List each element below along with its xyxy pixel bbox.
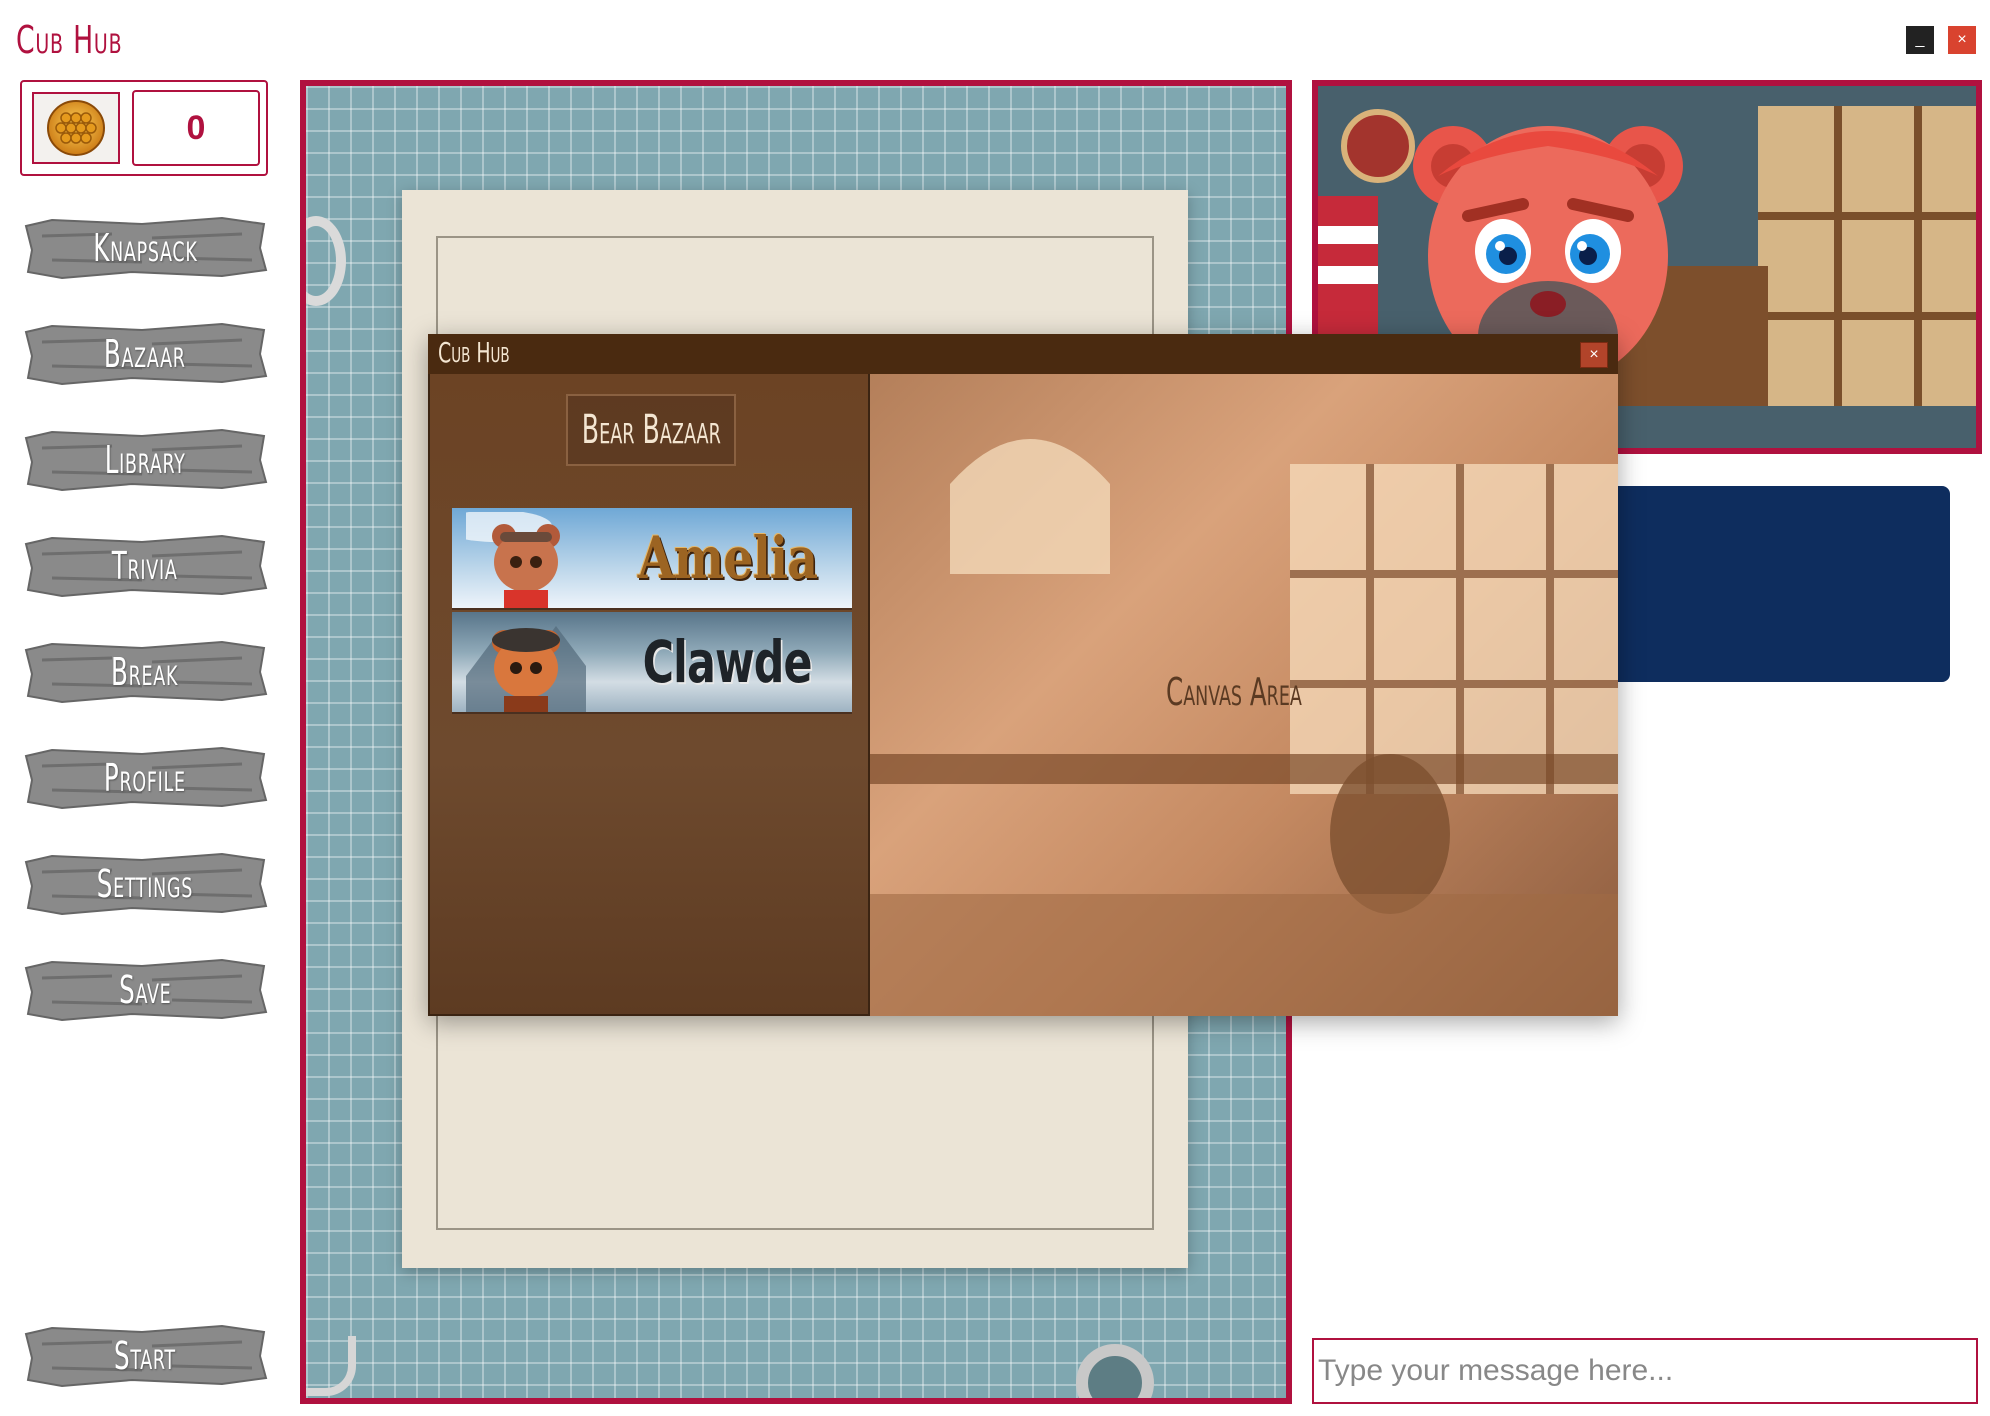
nav-label: Save	[118, 968, 172, 1012]
amelia-name: Amelia	[637, 524, 817, 592]
clawde-bear-icon	[466, 626, 586, 712]
honey-counter: 0	[20, 80, 268, 176]
bazaar-sidebar: Bear Bazaar Amelia Clawde	[428, 374, 870, 1016]
nav-label: Bazaar	[104, 332, 186, 376]
nav-button-bazaar[interactable]: Bazaar	[22, 318, 268, 390]
gear-decoration	[306, 216, 346, 306]
app-title: Cub Hub	[16, 18, 123, 62]
nav-button-save[interactable]: Save	[22, 954, 268, 1026]
nav-label: Knapsack	[92, 226, 198, 270]
close-button[interactable]: ×	[1948, 26, 1976, 54]
nav-button-settings[interactable]: Settings	[22, 848, 268, 920]
start-label: Start	[114, 1334, 176, 1378]
canvas-label: Canvas Area	[1166, 670, 1302, 714]
character-card-amelia[interactable]: Amelia	[452, 508, 852, 610]
nav-label: Trivia	[112, 544, 178, 588]
nav-button-profile[interactable]: Profile	[22, 742, 268, 814]
nav-label: Profile	[104, 756, 186, 800]
dialog-titlebar[interactable]: Cub Hub ×	[428, 334, 1618, 375]
nav-label: Break	[111, 650, 179, 694]
amelia-bear-icon	[466, 512, 560, 608]
nav-button-break[interactable]: Break	[22, 636, 268, 708]
start-button[interactable]: Start	[22, 1320, 268, 1392]
dialog-title: Cub Hub	[438, 336, 510, 369]
nav-button-trivia[interactable]: Trivia	[22, 530, 268, 602]
grommet-decoration	[1076, 1344, 1154, 1398]
bazaar-dialog: Cub Hub × Bear Bazaar Amelia Clawde Canv…	[428, 334, 1618, 1016]
nav-button-library[interactable]: Library	[22, 424, 268, 496]
minimize-button[interactable]: _	[1906, 26, 1934, 54]
character-card-clawde[interactable]: Clawde	[452, 612, 852, 714]
nav-button-knapsack[interactable]: Knapsack	[22, 212, 268, 284]
dialog-close-button[interactable]: ×	[1580, 342, 1608, 368]
nav-label: Library	[104, 438, 186, 482]
bazaar-heading: Bear Bazaar	[566, 394, 736, 466]
chat-input[interactable]	[1312, 1338, 1978, 1404]
honey-count: 0	[132, 90, 260, 166]
nav-label: Settings	[96, 862, 194, 906]
honeycomb-icon	[32, 92, 120, 164]
hook-decoration	[306, 1336, 356, 1396]
canvas-area[interactable]: Canvas Area	[870, 374, 1618, 1016]
clawde-name: Clawde	[642, 628, 812, 696]
